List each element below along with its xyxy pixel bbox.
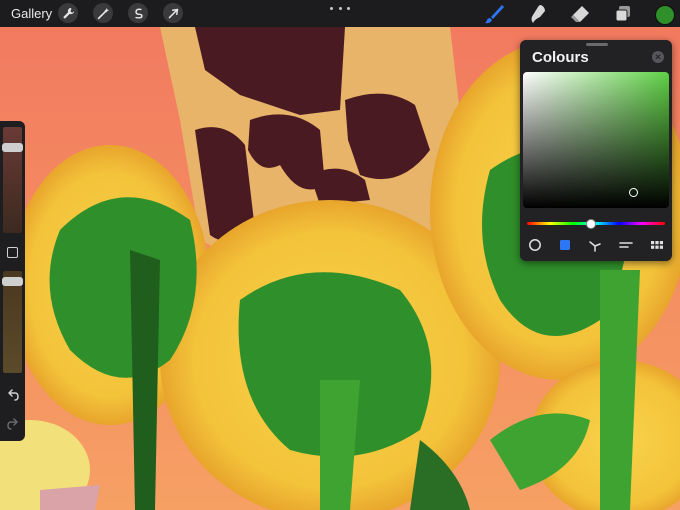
left-sidebar xyxy=(0,121,25,441)
brush-icon[interactable] xyxy=(483,3,505,25)
transform-arrow-icon[interactable] xyxy=(163,3,183,23)
color-selector-ring[interactable] xyxy=(629,188,638,197)
modify-button[interactable] xyxy=(7,247,18,258)
panel-title: Colours xyxy=(532,49,589,66)
palettes-icon[interactable] xyxy=(649,237,665,253)
classic-icon[interactable] xyxy=(557,237,573,253)
opacity-slider[interactable] xyxy=(3,271,22,373)
brush-size-knob[interactable] xyxy=(2,143,23,153)
eraser-icon[interactable] xyxy=(569,3,591,25)
panel-grab-handle[interactable] xyxy=(586,43,608,46)
more-options-icon[interactable] xyxy=(330,4,350,14)
selection-icon[interactable] xyxy=(128,3,148,23)
disc-icon[interactable] xyxy=(527,237,543,253)
magic-wand-icon[interactable] xyxy=(93,3,113,23)
top-toolbar: Gallery xyxy=(0,0,680,27)
smudge-icon[interactable] xyxy=(527,3,549,25)
close-icon[interactable]: ✕ xyxy=(652,51,664,63)
redo-arrow-icon[interactable] xyxy=(6,417,20,431)
colours-panel: Colours ✕ xyxy=(520,40,672,261)
flower-stem xyxy=(130,250,160,510)
hue-slider-knob[interactable] xyxy=(586,219,597,229)
opacity-knob[interactable] xyxy=(2,277,23,287)
value-icon[interactable] xyxy=(618,237,634,253)
flower-centre xyxy=(49,197,197,378)
undo-arrow-icon[interactable] xyxy=(6,388,20,402)
current-color-swatch[interactable] xyxy=(655,5,675,25)
gallery-button[interactable]: Gallery xyxy=(11,6,52,21)
wrench-icon[interactable] xyxy=(58,3,78,23)
layers-icon[interactable] xyxy=(612,3,634,25)
color-picker-square[interactable] xyxy=(523,72,669,208)
harmony-icon[interactable] xyxy=(587,237,603,253)
